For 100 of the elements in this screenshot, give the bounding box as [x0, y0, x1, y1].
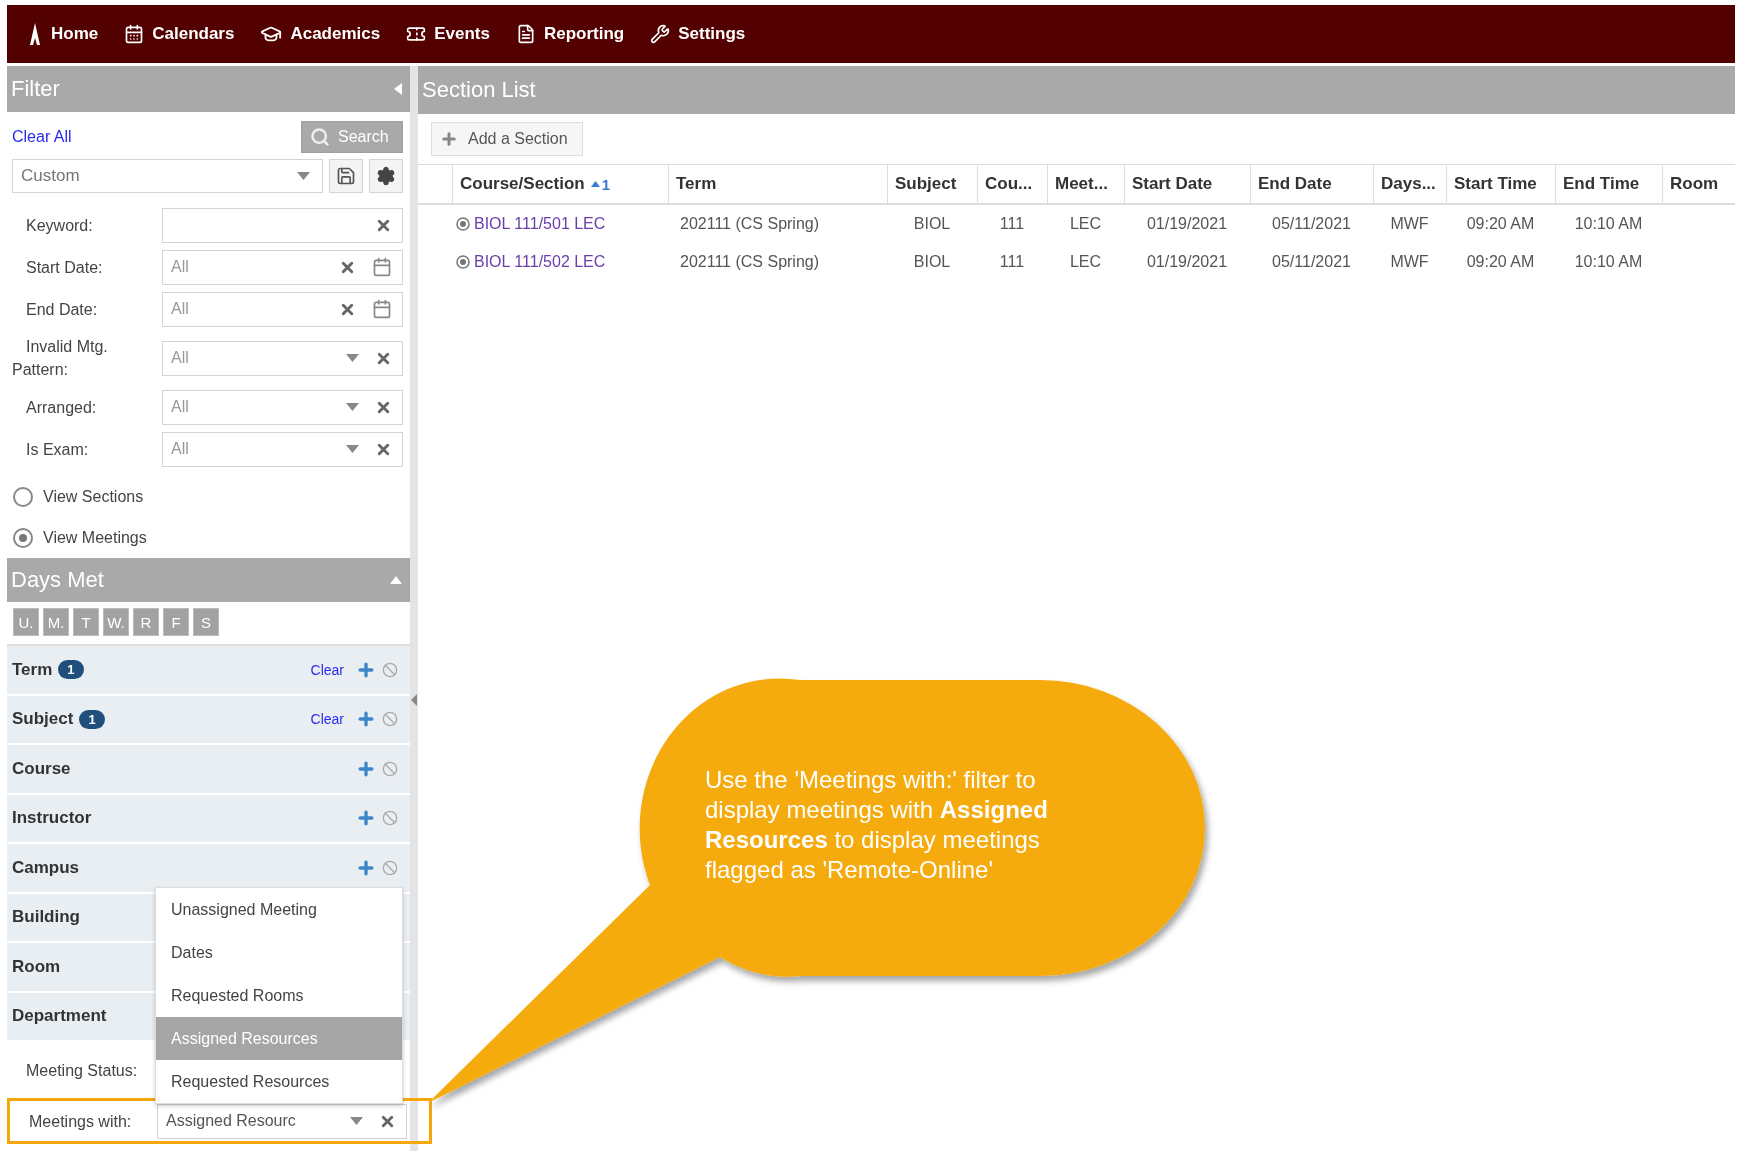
search-icon: [310, 127, 330, 147]
column-header[interactable]: Meet...: [1047, 164, 1124, 205]
select-field[interactable]: Assigned Resourc: [157, 1103, 407, 1139]
facet-label: Term: [12, 659, 53, 680]
table-cell-text: 05/11/2021: [1271, 214, 1352, 234]
field-label: Meeting Status:: [25, 1060, 139, 1081]
column-header[interactable]: Cou...: [977, 164, 1047, 205]
table-header-cell: [418, 164, 452, 205]
field-label: Is Exam:: [25, 439, 90, 460]
table-cell-text: 05/11/2021: [1271, 252, 1352, 272]
field-label: End Date:: [25, 299, 99, 320]
column-header[interactable]: Course/Section 1: [452, 164, 668, 205]
save-button[interactable]: [329, 159, 363, 193]
tower-icon: [27, 23, 43, 45]
caret-down-icon: [346, 354, 359, 362]
preset-select[interactable]: Custom: [12, 159, 323, 193]
facet-row[interactable]: Course: [7, 745, 410, 795]
caret-down-icon: [346, 445, 359, 453]
table-cell-text: 10:10 AM: [1573, 214, 1644, 234]
clear-all-link[interactable]: Clear All: [12, 128, 72, 146]
disable-icon[interactable]: [382, 859, 398, 876]
caret-down-icon: [346, 403, 359, 411]
collapse-icon[interactable]: [390, 576, 402, 584]
table-cell-text: BIOL: [912, 214, 952, 234]
section-link[interactable]: BIOL 111/501 LEC: [474, 215, 606, 233]
panel-title: Section List: [422, 77, 536, 103]
section-link[interactable]: BIOL 111/502 LEC: [474, 253, 606, 271]
disable-icon[interactable]: [382, 810, 398, 827]
column-header[interactable]: Start Date: [1124, 164, 1250, 205]
settings-button[interactable]: [369, 159, 403, 193]
field-label: Keyword:: [25, 215, 94, 236]
sort-ascending-icon: [590, 181, 600, 187]
radio-icon: [456, 255, 470, 269]
clear-link[interactable]: Clear: [310, 711, 344, 728]
column-header[interactable]: Days...: [1373, 164, 1446, 205]
facet-label: Instructor: [12, 808, 92, 829]
table-cell-text: BIOL: [912, 252, 952, 272]
field-label: Invalid Mtg. Pattern:: [12, 337, 109, 380]
nav-link[interactable]: Home: [27, 23, 99, 45]
table-cell-text: 202111 (CS Spring): [679, 214, 821, 234]
facet-row[interactable]: Campus: [7, 844, 410, 894]
table-cell-text: MWF: [1389, 214, 1430, 234]
column-header[interactable]: Room: [1662, 164, 1735, 205]
ticket-icon: [406, 24, 427, 44]
dropdown-option[interactable]: Dates: [156, 931, 402, 974]
disable-icon[interactable]: [382, 711, 398, 728]
radio-icon: [456, 217, 470, 231]
wrench-icon: [650, 24, 671, 44]
radio-option[interactable]: View Sections: [7, 476, 410, 517]
table-cell-text: 111: [998, 214, 1026, 234]
facet-label: Course: [12, 758, 71, 779]
collapse-icon[interactable]: [394, 83, 402, 95]
disable-icon[interactable]: [382, 760, 398, 777]
caret-down-icon: [297, 172, 310, 180]
facet-row[interactable]: Term 1 Clear: [7, 646, 410, 696]
nav-link[interactable]: Reporting: [515, 24, 625, 44]
section-title: Days Met: [11, 567, 104, 593]
input-field[interactable]: [162, 207, 403, 243]
table-cell-text: 111: [998, 252, 1026, 272]
field-label: Start Date:: [25, 257, 104, 278]
dropdown-option[interactable]: Unassigned Meeting: [156, 888, 402, 931]
disable-icon[interactable]: [382, 661, 398, 678]
facet-label: Subject: [12, 709, 74, 730]
facet-row[interactable]: Subject 1 Clear: [7, 695, 410, 745]
plus-icon: [440, 130, 458, 148]
dropdown-option[interactable]: Requested Resources: [156, 1060, 402, 1103]
table-cell-text: LEC: [1068, 252, 1103, 272]
nav-link[interactable]: Academics: [260, 23, 381, 45]
clear-link[interactable]: Clear: [310, 661, 344, 678]
count-badge: 1: [58, 660, 84, 680]
column-header[interactable]: Start Time: [1446, 164, 1555, 205]
dropdown-option[interactable]: Requested Rooms: [156, 974, 402, 1017]
field-label: Meetings with:: [28, 1111, 133, 1132]
column-header[interactable]: End Time: [1555, 164, 1662, 205]
table-cell-text: 01/19/2021: [1145, 214, 1229, 234]
nav-link[interactable]: Settings: [650, 24, 746, 44]
calendar-icon: [124, 24, 145, 44]
facet-label: Department: [12, 1006, 107, 1027]
column-header[interactable]: End Date: [1250, 164, 1373, 205]
column-header[interactable]: Term: [668, 164, 887, 205]
caret-down-icon: [350, 1117, 363, 1125]
save-icon: [336, 166, 356, 186]
nav-link[interactable]: Events: [406, 24, 490, 44]
facet-label: Campus: [12, 857, 80, 878]
nav-link[interactable]: Calendars: [124, 24, 235, 44]
add-section-button[interactable]: Add a Section: [431, 122, 583, 156]
table-cell-text: LEC: [1068, 214, 1103, 234]
calendar-icon[interactable]: [372, 299, 392, 319]
table-cell-text: 09:20 AM: [1465, 252, 1536, 272]
calendar-icon[interactable]: [372, 257, 392, 277]
column-header[interactable]: Subject: [887, 164, 977, 205]
settings-icon: [376, 166, 396, 186]
facet-row[interactable]: Instructor: [7, 794, 410, 844]
table-cell-text: 09:20 AM: [1465, 214, 1536, 234]
field-label: Arranged:: [25, 397, 98, 418]
panel-title: Filter: [11, 76, 60, 102]
radio-option[interactable]: View Meetings: [7, 517, 410, 558]
facet-label: Building: [12, 907, 80, 928]
facet-label: Room: [12, 956, 61, 977]
table-cell-text: 01/19/2021: [1145, 252, 1229, 272]
